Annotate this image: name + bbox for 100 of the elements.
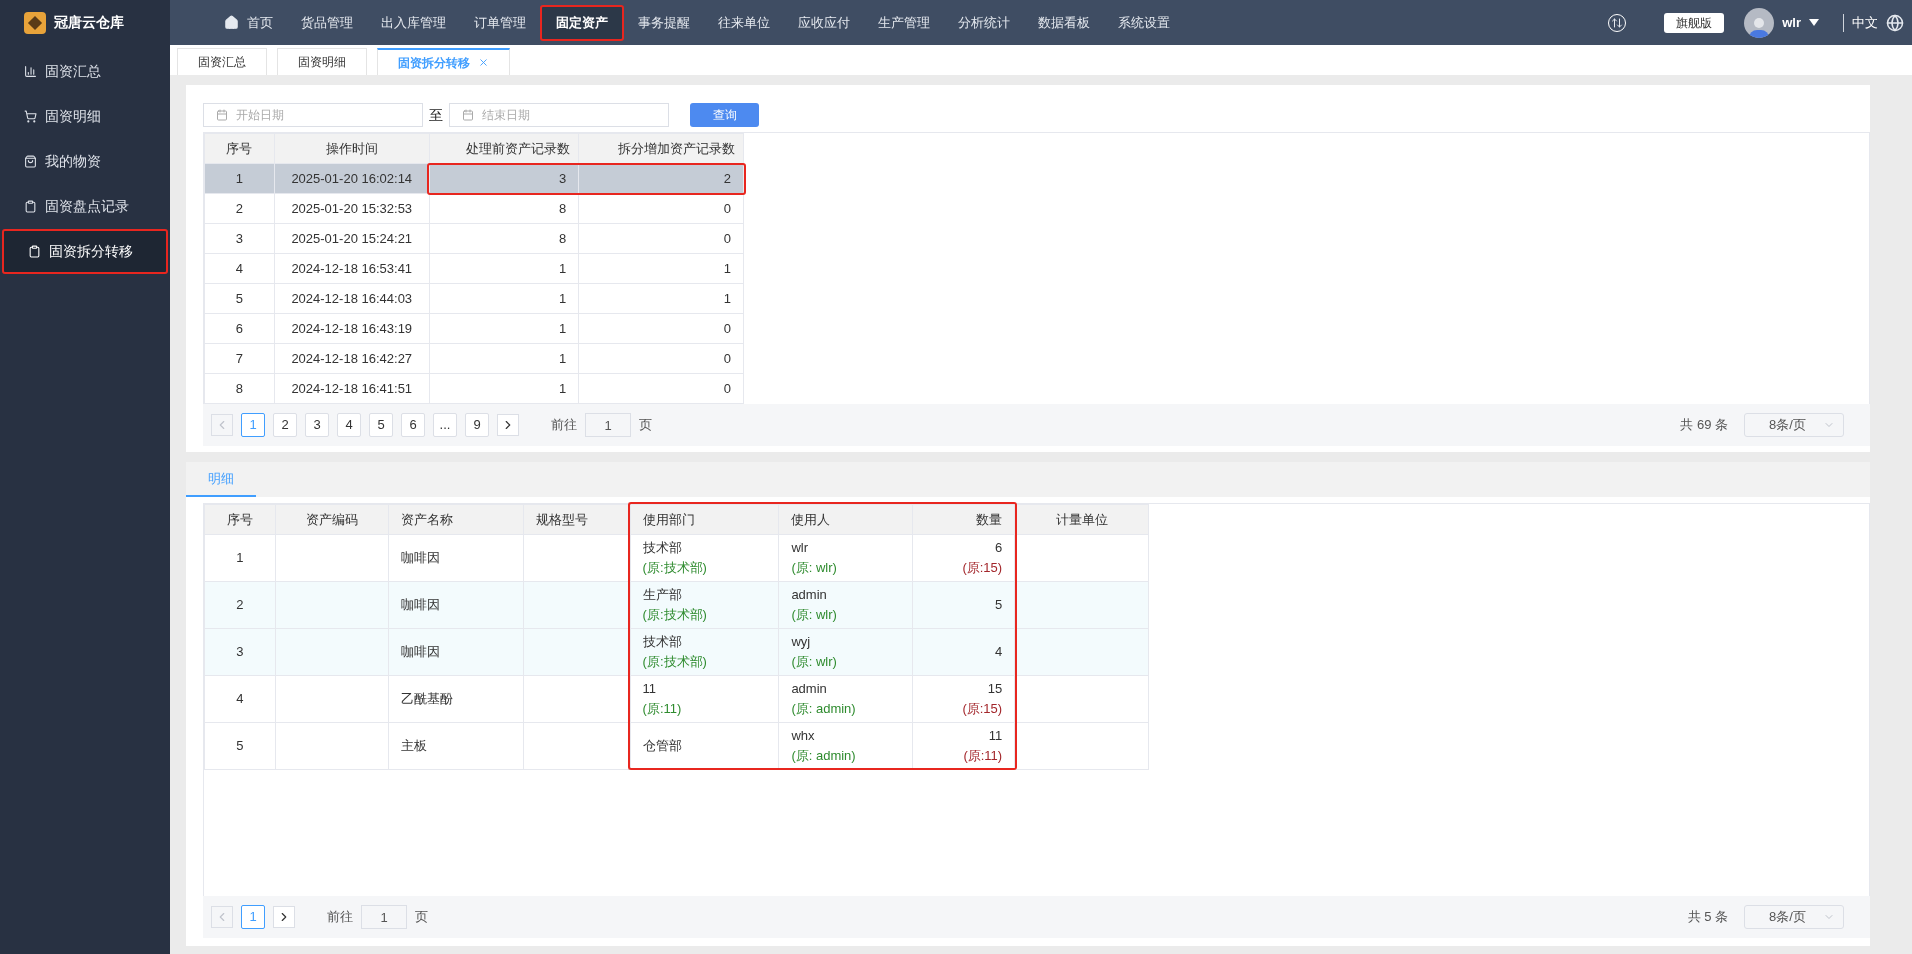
original-value: (原:技术部) <box>642 606 707 624</box>
globe-icon[interactable] <box>1886 13 1904 32</box>
total-count: 共 5 条 <box>1687 908 1728 927</box>
page-tab[interactable]: 固资明细 <box>277 48 367 75</box>
next-page-button[interactable] <box>497 414 519 436</box>
sidebar-icon <box>24 110 37 123</box>
nav-item[interactable]: 事务提醒 <box>624 4 704 41</box>
page-number-field[interactable]: 1 <box>361 905 407 929</box>
close-icon[interactable] <box>478 57 489 68</box>
table-row[interactable]: 5 2024-12-18 16:44:03 1 1 <box>204 284 744 314</box>
next-page-button[interactable] <box>273 906 295 928</box>
cell-value: 6 <box>994 539 1003 557</box>
cell-value: wlr <box>791 539 808 557</box>
table-row[interactable]: 1 2025-01-20 16:02:14 3 2 <box>204 164 744 194</box>
cell-value: 咖啡因 <box>400 596 440 614</box>
sidebar-item[interactable]: 固资明细 <box>0 94 170 139</box>
column-header: 处理前资产记录数 <box>429 134 580 164</box>
cell-value: 5 <box>994 596 1003 614</box>
page-button[interactable]: 3 <box>305 413 329 437</box>
cell-value: 1 <box>236 549 244 567</box>
original-value: (原:技术部) <box>642 559 707 577</box>
edition-badge: 旗舰版 <box>1664 12 1725 33</box>
original-value: (原: wlr) <box>791 606 837 624</box>
cell-value: 仓管部 <box>642 737 682 755</box>
cell-value: 咖啡因 <box>400 549 440 567</box>
sidebar-item[interactable]: 固资盘点记录 <box>0 184 170 229</box>
cell-value: 5 <box>236 737 244 755</box>
nav-item[interactable]: 固定资产 <box>540 4 624 41</box>
table-row[interactable]: 3 2025-01-20 15:24:21 8 0 <box>204 224 744 254</box>
cell-value: 技术部 <box>642 539 682 557</box>
page-size-select[interactable]: 8条/页 <box>1744 905 1844 929</box>
table-row[interactable]: 4 乙酰基酚 11 (原:11) admin (原: admin) 15 (原:15) <box>204 676 1149 723</box>
page-tab[interactable]: 固资汇总 <box>177 48 267 75</box>
sidebar-icon <box>24 200 37 213</box>
nav-item[interactable]: 生产管理 <box>864 4 944 41</box>
page-button[interactable]: 6 <box>401 413 425 437</box>
page-button[interactable]: 9 <box>465 413 489 437</box>
table-row[interactable]: 6 2024-12-18 16:43:19 1 0 <box>204 314 744 344</box>
table-row[interactable]: 2 咖啡因 生产部 (原:技术部) admin (原: wlr) 5 <box>204 582 1149 629</box>
cell-value: admin <box>791 680 827 698</box>
cell-value: 2 <box>236 596 244 614</box>
original-value: (原:11) <box>963 747 1003 765</box>
cell-value: 主板 <box>400 737 427 755</box>
table-row[interactable]: 8 2024-12-18 16:41:51 1 0 <box>204 374 744 404</box>
nav-item[interactable]: 系统设置 <box>1104 4 1184 41</box>
original-value: (原:15) <box>962 559 1003 577</box>
table-row[interactable]: 4 2024-12-18 16:53:41 1 1 <box>204 254 744 284</box>
nav-item[interactable]: 首页 <box>210 4 287 41</box>
page-button[interactable]: 5 <box>369 413 393 437</box>
page-button[interactable]: 4 <box>337 413 361 437</box>
page-suffix: 页 <box>415 908 428 927</box>
column-header: 拆分增加资产记录数 <box>579 134 744 164</box>
table-row[interactable]: 2 2025-01-20 15:32:53 8 0 <box>204 194 744 224</box>
table-cell: 2 <box>579 164 744 194</box>
cell-value: wyj <box>791 633 811 651</box>
sidebar-icon <box>24 65 37 78</box>
user-name[interactable]: wlr <box>1782 12 1801 33</box>
nav-item[interactable]: 货品管理 <box>287 4 367 41</box>
cell-value: whx <box>791 727 815 745</box>
original-value: (原:11) <box>642 700 682 718</box>
page-button[interactable]: ... <box>433 413 457 437</box>
caret-icon <box>1809 19 1819 26</box>
nav-item[interactable]: 往来单位 <box>704 4 784 41</box>
nav-item[interactable]: 分析统计 <box>944 4 1024 41</box>
nav-item[interactable]: 数据看板 <box>1024 4 1104 41</box>
page-size-select[interactable]: 8条/页 <box>1744 413 1844 437</box>
table-row[interactable]: 3 咖啡因 技术部 (原:技术部) wyj (原: wlr) 4 <box>204 629 1149 676</box>
cell-value: admin <box>791 586 827 604</box>
table-row[interactable]: 7 2024-12-18 16:42:27 1 0 <box>204 344 744 374</box>
calendar-icon <box>462 109 474 121</box>
sidebar-item[interactable]: 固资拆分转移 <box>2 229 168 274</box>
page-number-field[interactable]: 1 <box>585 413 631 437</box>
cell-value: 咖啡因 <box>400 643 440 661</box>
nav-item[interactable]: 订单管理 <box>460 4 540 41</box>
cell-value: 3 <box>236 643 244 661</box>
table-cell: 3 <box>429 164 580 194</box>
goto-label: 前往 <box>327 908 353 927</box>
nav-item[interactable]: 应收应付 <box>784 4 864 41</box>
original-value: (原: wlr) <box>791 653 837 671</box>
cell-value: 4 <box>236 690 244 708</box>
table-row[interactable]: 1 咖啡因 技术部 (原:技术部) wlr (原: wlr) 6 (原:15) <box>204 535 1149 582</box>
sidebar-icon <box>28 245 41 258</box>
total-count: 共 69 条 <box>1680 416 1728 435</box>
logo-icon <box>24 11 46 34</box>
original-value: (原:技术部) <box>642 653 707 671</box>
page-suffix: 页 <box>639 416 652 435</box>
original-value: (原: wlr) <box>791 559 837 577</box>
sidebar-item[interactable]: 固资汇总 <box>0 49 170 94</box>
original-value: (原: admin) <box>791 700 856 718</box>
calendar-icon <box>216 109 228 121</box>
sidebar-item[interactable]: 我的物资 <box>0 139 170 184</box>
language-label[interactable]: 中文 <box>1852 12 1878 33</box>
sidebar-icon <box>24 155 37 168</box>
page-button[interactable]: 2 <box>273 413 297 437</box>
goto-label: 前往 <box>551 416 577 435</box>
table-row[interactable]: 5 主板 仓管部 whx (原: admin) 11 (原:11) <box>204 723 1149 770</box>
original-value: (原: admin) <box>791 747 856 765</box>
brand-name: 冠唐云仓库 <box>54 13 124 32</box>
nav-item[interactable]: 出入库管理 <box>367 4 460 41</box>
cell-value: 15 <box>987 680 1003 698</box>
